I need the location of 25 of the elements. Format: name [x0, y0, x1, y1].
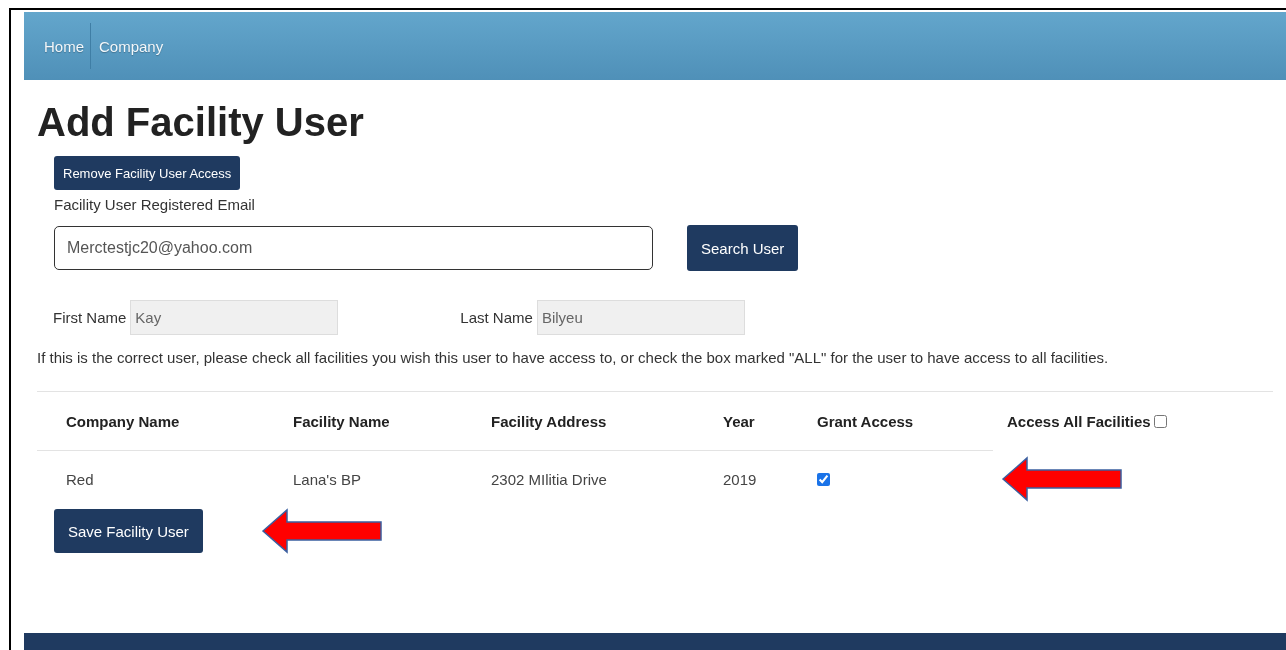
last-name-label: Last Name — [460, 309, 533, 326]
first-name-field[interactable]: Kay — [130, 300, 339, 335]
column-header: Company Name — [37, 392, 293, 451]
search-user-button[interactable]: Search User — [687, 225, 799, 271]
table-cell: Red — [66, 470, 94, 488]
column-header: Access All Facilities — [1007, 413, 1151, 430]
instruction-text: If this is the correct user, please check all facilities you wish this user to have access to, or check the box marked "ALL" for the user to have access to all facilities. — [37, 348, 1110, 368]
access-all-checkbox[interactable] — [1153, 415, 1167, 428]
left-arrow-icon — [260, 508, 383, 554]
page-title: Add Facility User — [37, 99, 365, 146]
last-name-field[interactable]: Bilyeu — [536, 300, 745, 335]
remove-access-button[interactable]: Remove Facility User Access — [54, 156, 241, 190]
left-arrow-icon — [1001, 456, 1123, 502]
table-cell: 2019 — [723, 470, 757, 488]
column-header: Facility Address — [491, 392, 723, 451]
column-header: Grant Access — [817, 392, 993, 451]
column-header: Year — [723, 392, 817, 451]
email-label: Facility User Registered Email — [54, 196, 256, 213]
column-header: Facility Name — [293, 392, 491, 451]
save-facility-user-button[interactable]: Save Facility User — [54, 509, 203, 553]
email-field[interactable]: Merctestjc20@yahoo.com — [54, 226, 653, 270]
table-cell: 2302 MIlitia Drive — [491, 470, 607, 488]
first-name-label: First Name — [53, 309, 127, 326]
table-cell: Lana's BP — [293, 470, 361, 488]
grant-access-checkbox[interactable] — [817, 472, 830, 486]
